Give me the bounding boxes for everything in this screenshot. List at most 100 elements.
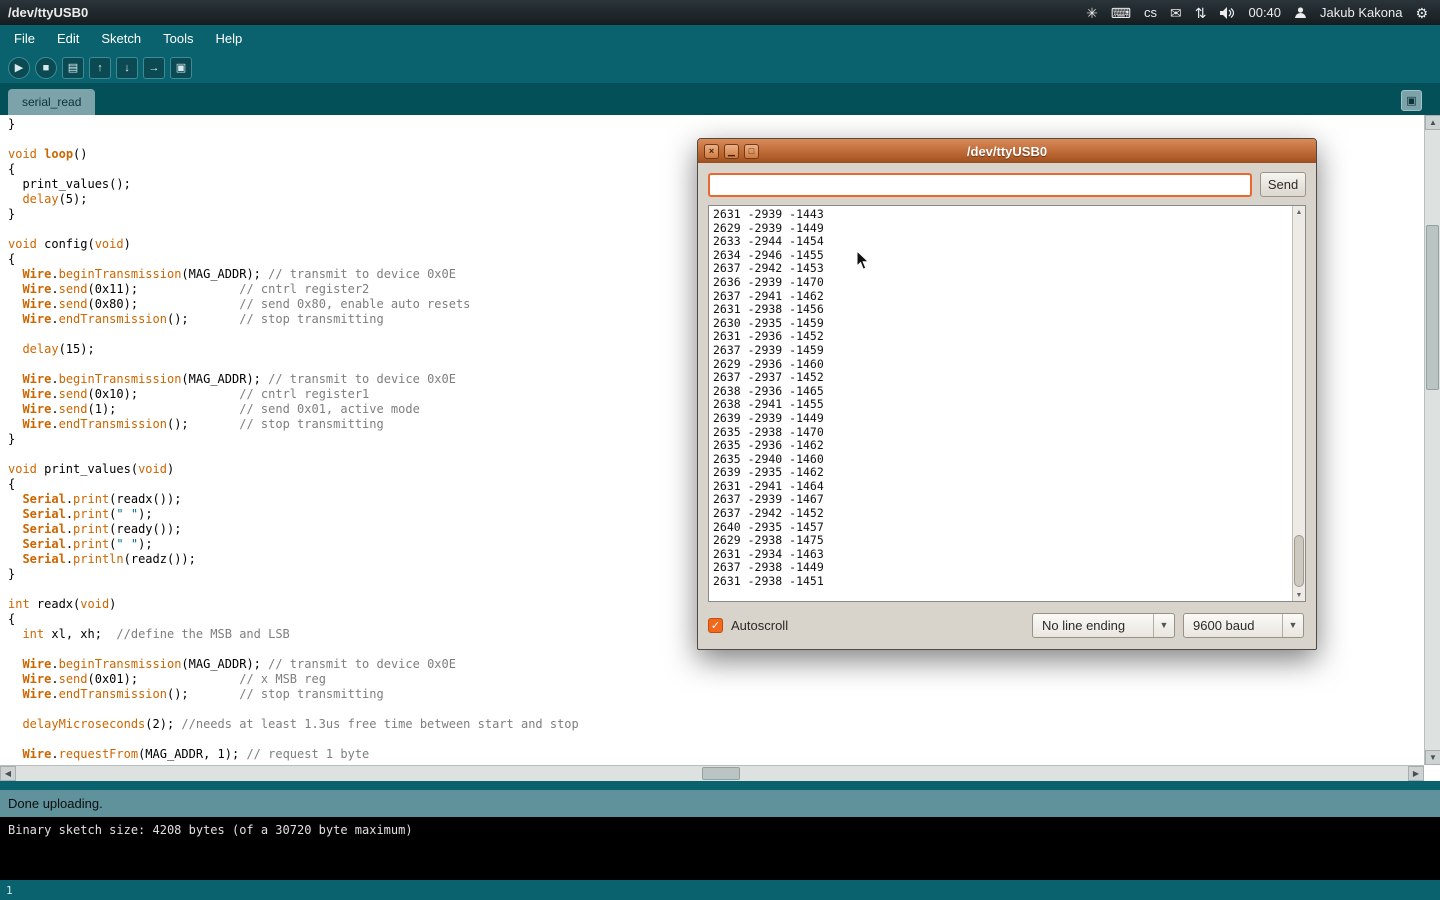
open-sketch-button[interactable]: ↑ xyxy=(89,57,111,79)
serial-output-line: 2629 -2936 -1460 xyxy=(713,358,1291,372)
toolbar: ▶■▤↑↓→▣ xyxy=(0,52,1440,83)
baud-rate-dropdown[interactable]: 9600 baud ▼ xyxy=(1183,613,1304,638)
serial-output-line: 2634 -2946 -1455 xyxy=(713,249,1291,263)
upload-button[interactable]: → xyxy=(143,57,165,79)
console-output: Binary sketch size: 4208 bytes (of a 307… xyxy=(0,817,1440,880)
editor-vscroll-thumb[interactable] xyxy=(1426,225,1439,390)
tab-bar: serial_read ▣ xyxy=(0,83,1440,115)
editor-vertical-scrollbar[interactable]: ▲ ▼ xyxy=(1424,115,1440,765)
keyboard-layout-label[interactable]: cs xyxy=(1144,5,1157,20)
maximize-icon[interactable]: □ xyxy=(744,144,759,159)
autoscroll-label: Autoscroll xyxy=(731,618,788,633)
scroll-down-arrow-icon[interactable]: ▼ xyxy=(1293,589,1305,601)
window-controls: × ▁ □ xyxy=(698,144,759,159)
serial-monitor-title: /dev/ttyUSB0 xyxy=(698,144,1316,159)
scroll-up-arrow-icon[interactable]: ▲ xyxy=(1293,206,1305,218)
status-bar: Done uploading. xyxy=(0,790,1440,817)
serial-output-line: 2637 -2939 -1467 xyxy=(713,493,1291,507)
serial-monitor-controls: ✓ Autoscroll No line ending ▼ 9600 baud … xyxy=(708,602,1306,643)
serial-output-scrollbar[interactable]: ▲ ▼ xyxy=(1292,206,1305,601)
serial-output-area[interactable]: 2631 -2939 -14432629 -2939 -14492633 -29… xyxy=(708,205,1306,602)
scroll-right-arrow-icon[interactable]: ▶ xyxy=(1408,766,1424,781)
serial-output-line: 2637 -2938 -1449 xyxy=(713,561,1291,575)
network-arrows-icon[interactable]: ⇅ xyxy=(1195,6,1207,20)
serial-output-line: 2631 -2939 -1443 xyxy=(713,208,1291,222)
serial-output-line: 2631 -2938 -1451 xyxy=(713,575,1291,589)
serial-output-line: 2638 -2936 -1465 xyxy=(713,385,1291,399)
serial-output-line: 2635 -2938 -1470 xyxy=(713,426,1291,440)
menubar: FileEditSketchToolsHelp xyxy=(0,25,1440,52)
code-line: delayMicroseconds(2); //needs at least 1… xyxy=(8,717,1424,732)
close-icon[interactable]: × xyxy=(704,144,719,159)
serial-input-row: Send xyxy=(708,172,1306,197)
panel-indicators: ✳ ⌨ cs ✉ ⇅ 00:40 Jakub Kakona ⚙ xyxy=(1086,5,1440,20)
indicator-star-icon[interactable]: ✳ xyxy=(1086,6,1098,20)
serial-output-line: 2637 -2937 -1452 xyxy=(713,371,1291,385)
scroll-down-arrow-icon[interactable]: ▼ xyxy=(1425,750,1440,765)
line-number-label: 1 xyxy=(6,884,13,897)
serial-output-lines: 2631 -2939 -14432629 -2939 -14492633 -29… xyxy=(709,206,1291,601)
minimize-icon[interactable]: ▁ xyxy=(724,144,739,159)
status-message: Done uploading. xyxy=(8,796,103,811)
new-sketch-button[interactable]: ▤ xyxy=(62,57,84,79)
top-panel: /dev/ttyUSB0 ✳ ⌨ cs ✉ ⇅ 00:40 Jakub Kako… xyxy=(0,0,1440,25)
line-ending-value: No line ending xyxy=(1033,618,1153,633)
serial-output-line: 2637 -2941 -1462 xyxy=(713,290,1291,304)
serial-output-line: 2631 -2941 -1464 xyxy=(713,480,1291,494)
mail-icon[interactable]: ✉ xyxy=(1170,6,1182,20)
serial-output-line: 2629 -2938 -1475 xyxy=(713,534,1291,548)
code-line: Wire.beginTransmission(MAG_ADDR); // tra… xyxy=(8,657,1424,672)
stop-button[interactable]: ■ xyxy=(35,57,57,79)
speaker-icon[interactable] xyxy=(1219,6,1235,20)
line-ending-dropdown[interactable]: No line ending ▼ xyxy=(1032,613,1175,638)
tab-serial-read[interactable]: serial_read xyxy=(8,89,95,115)
serial-output-line: 2629 -2939 -1449 xyxy=(713,222,1291,236)
send-button[interactable]: Send xyxy=(1260,172,1306,197)
clock-label[interactable]: 00:40 xyxy=(1248,5,1281,20)
serial-scroll-thumb[interactable] xyxy=(1294,535,1304,587)
verify-button[interactable]: ▶ xyxy=(8,57,30,79)
keyboard-icon[interactable]: ⌨ xyxy=(1111,6,1131,20)
menu-file[interactable]: File xyxy=(3,25,46,52)
menu-sketch[interactable]: Sketch xyxy=(90,25,152,52)
serial-output-line: 2640 -2935 -1457 xyxy=(713,521,1291,535)
panel-window-title: /dev/ttyUSB0 xyxy=(0,5,88,20)
serial-output-line: 2633 -2944 -1454 xyxy=(713,235,1291,249)
serial-output-line: 2637 -2942 -1453 xyxy=(713,262,1291,276)
gear-icon[interactable]: ⚙ xyxy=(1415,6,1428,20)
code-line: Wire.requestFrom(MAG_ADDR, 1); // reques… xyxy=(8,747,1424,762)
menu-tools[interactable]: Tools xyxy=(152,25,204,52)
menu-help[interactable]: Help xyxy=(204,25,253,52)
menu-edit[interactable]: Edit xyxy=(46,25,90,52)
tab-menu-button[interactable]: ▣ xyxy=(1401,90,1422,111)
code-line: Wire.send(0x01); // x MSB reg xyxy=(8,672,1424,687)
serial-monitor-button[interactable]: ▣ xyxy=(170,57,192,79)
line-number-bar: 1 xyxy=(0,880,1440,900)
editor-hscroll-thumb[interactable] xyxy=(702,767,740,780)
bottom-divider xyxy=(0,781,1440,790)
code-line: Wire.endTransmission(); // stop transmit… xyxy=(8,687,1424,702)
scroll-up-arrow-icon[interactable]: ▲ xyxy=(1425,115,1440,130)
serial-monitor-body: Send 2631 -2939 -14432629 -2939 -1449263… xyxy=(698,163,1316,649)
serial-monitor-window: × ▁ □ /dev/ttyUSB0 Send 2631 -2939 -1443… xyxy=(697,138,1317,650)
editor-horizontal-scrollbar[interactable]: ◀ ▶ xyxy=(0,765,1424,781)
serial-send-input[interactable] xyxy=(708,173,1252,197)
chevron-down-icon[interactable]: ▼ xyxy=(1282,614,1303,637)
code-line xyxy=(8,702,1424,717)
save-sketch-button[interactable]: ↓ xyxy=(116,57,138,79)
serial-monitor-titlebar[interactable]: × ▁ □ /dev/ttyUSB0 xyxy=(698,139,1316,163)
user-icon xyxy=(1294,6,1307,19)
username-label[interactable]: Jakub Kakona xyxy=(1320,5,1402,20)
autoscroll-checkbox[interactable]: ✓ xyxy=(708,618,723,633)
serial-output-line: 2631 -2938 -1456 xyxy=(713,303,1291,317)
scroll-left-arrow-icon[interactable]: ◀ xyxy=(0,766,16,781)
serial-output-line: 2635 -2940 -1460 xyxy=(713,453,1291,467)
baud-rate-value: 9600 baud xyxy=(1184,618,1282,633)
serial-output-line: 2631 -2936 -1452 xyxy=(713,330,1291,344)
serial-output-line: 2631 -2934 -1463 xyxy=(713,548,1291,562)
code-line xyxy=(8,732,1424,747)
chevron-down-icon[interactable]: ▼ xyxy=(1153,614,1174,637)
serial-output-line: 2639 -2939 -1449 xyxy=(713,412,1291,426)
serial-output-line: 2637 -2939 -1459 xyxy=(713,344,1291,358)
console-line: Binary sketch size: 4208 bytes (of a 307… xyxy=(8,823,413,837)
